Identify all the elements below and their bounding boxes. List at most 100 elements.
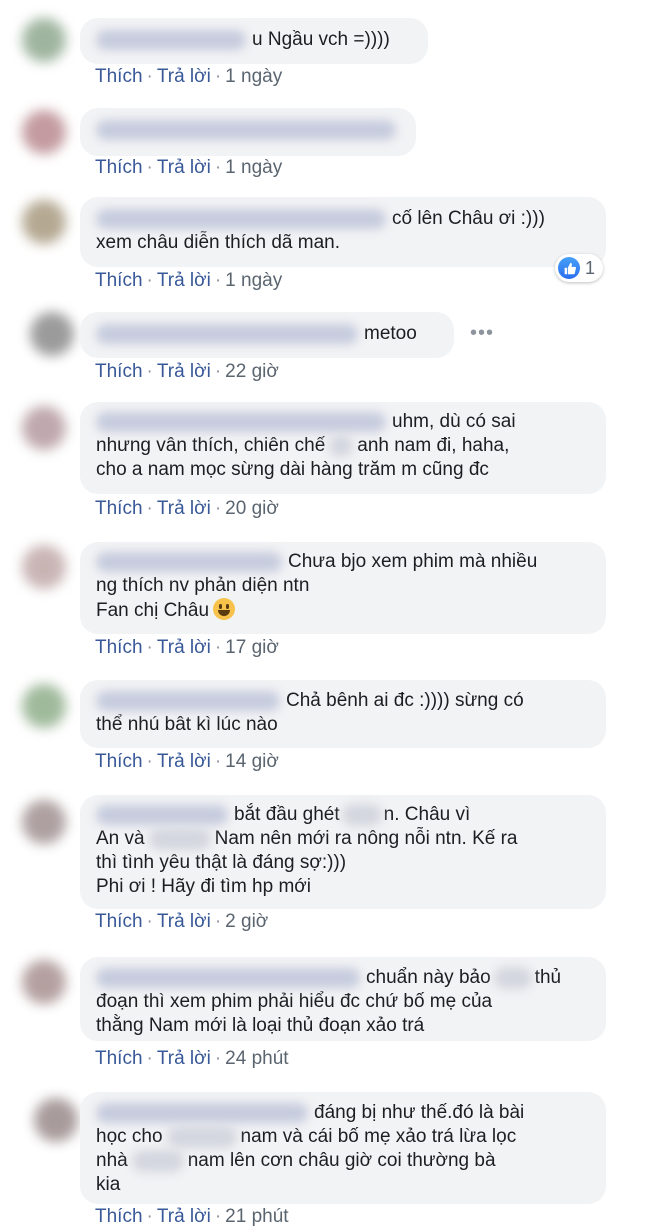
avatar[interactable] — [22, 800, 66, 844]
commenter-name[interactable] — [96, 551, 282, 572]
comment-actions: Thích · Trả lời · 17 giờ — [95, 637, 279, 658]
comment-actions: Thích · Trả lời · 1 ngày — [95, 157, 283, 178]
comment-text: n. Châu vì — [383, 804, 471, 825]
like-link[interactable]: Thích — [95, 1048, 143, 1069]
comment-text: nam và cái bố mẹ xảo trá lừa lọc — [240, 1126, 517, 1147]
comment-actions: Thích · Trả lời · 2 giờ — [95, 911, 269, 932]
commenter-name[interactable] — [96, 323, 358, 344]
comment-bubble: Chưa bjo xem phim mà nhiều ng thích nv p… — [80, 542, 606, 634]
comment-text: bắt đầu ghét — [234, 804, 340, 825]
comment-time: 20 giờ — [225, 498, 279, 519]
reply-link[interactable]: Trả lời — [157, 157, 211, 178]
comment-text: cho a nam mọc sừng dài hàng trăm m cũng … — [96, 459, 489, 480]
comment-time: 1 ngày — [225, 66, 283, 87]
commenter-name[interactable] — [96, 804, 228, 825]
comment-text: Phi ơi ! Hãy đi tìm hp mới — [96, 876, 311, 897]
comment-time: 17 giờ — [225, 637, 279, 658]
reply-link[interactable]: Trả lời — [157, 270, 211, 291]
comment-text: Chưa bjo xem phim mà nhiều — [288, 551, 538, 572]
comment-bubble: chuẩn này bảo thủ đoạn thì xem phim phải … — [80, 957, 606, 1041]
reply-link[interactable]: Trả lời — [157, 1048, 211, 1069]
comment-bubble: cố lên Châu ơi :))) xem châu diễn thích … — [80, 197, 606, 267]
commenter-name[interactable] — [96, 119, 396, 140]
comment-text: Fan chị Châu — [96, 600, 210, 621]
commenter-name[interactable] — [96, 411, 386, 432]
commenter-name[interactable] — [96, 1102, 308, 1123]
like-icon — [558, 257, 580, 279]
avatar[interactable] — [22, 960, 66, 1004]
reaction-count[interactable]: 1 — [555, 254, 604, 282]
comment-text: thể nhú bât kì lúc nào — [96, 714, 278, 735]
like-link[interactable]: Thích — [95, 1206, 143, 1227]
avatar[interactable] — [22, 18, 66, 62]
comment-actions: Thích · Trả lời · 22 giờ — [95, 361, 279, 382]
avatar[interactable] — [22, 110, 66, 154]
comment-text: nam lên cơn châu giờ coi thường bà — [187, 1150, 496, 1171]
comment-time: 21 phút — [225, 1206, 289, 1227]
comment-actions: Thích · Trả lời · 1 ngày — [95, 270, 283, 291]
comment-text: thì tình yêu thật là đáng sợ:))) — [96, 852, 347, 873]
comment-bubble: uhm, dù có sai nhưng vân thích, chiên ch… — [80, 402, 606, 494]
reply-link[interactable]: Trả lời — [157, 361, 211, 382]
reply-link[interactable]: Trả lời — [157, 1206, 211, 1227]
comment-bubble: Chả bênh ai đc :)))) sừng có thể nhú bât… — [80, 680, 606, 748]
comment-text: thằng Nam mới là loại thủ đoạn xảo trá — [96, 1015, 425, 1036]
like-link[interactable]: Thích — [95, 270, 143, 291]
comment-actions: Thích · Trả lời · 1 ngày — [95, 66, 283, 87]
comment-time: 22 giờ — [225, 361, 279, 382]
comment-actions: Thích · Trả lời · 14 giờ — [95, 751, 279, 772]
comment-text: ng thích nv phản diện ntn — [96, 575, 310, 596]
avatar[interactable] — [22, 406, 66, 450]
comment-bubble: bắt đầu ghét n. Châu vì An và Nam nên mới … — [80, 795, 606, 909]
commenter-name[interactable] — [96, 29, 246, 50]
comment-text: nhưng vân thích, chiên chế — [96, 435, 326, 456]
comment-actions: Thích · Trả lời · 20 giờ — [95, 498, 279, 519]
avatar[interactable] — [30, 312, 74, 356]
like-link[interactable]: Thích — [95, 157, 143, 178]
comment-text: đáng bị như thế.đó là bài — [314, 1102, 525, 1123]
like-link[interactable]: Thích — [95, 361, 143, 382]
avatar[interactable] — [22, 545, 66, 589]
comment-text: An và — [96, 828, 145, 849]
comment-text: metoo — [364, 323, 417, 344]
avatar[interactable] — [22, 200, 66, 244]
comment-bubble: đáng bị như thế.đó là bài học cho nam và … — [80, 1092, 606, 1204]
comment-text: uhm, dù có sai — [392, 411, 516, 432]
comment-actions: Thích · Trả lời · 21 phút — [95, 1206, 289, 1227]
comment-text: kia — [96, 1174, 121, 1195]
reply-link[interactable]: Trả lời — [157, 637, 211, 658]
comment-text: Chả bênh ai đc :)))) sừng có — [286, 690, 524, 711]
reply-link[interactable]: Trả lời — [157, 498, 211, 519]
comment-text: thủ — [534, 967, 562, 988]
comment-time: 1 ngày — [225, 157, 283, 178]
like-link[interactable]: Thích — [95, 751, 143, 772]
avatar[interactable] — [22, 684, 66, 728]
commenter-name[interactable] — [96, 967, 360, 988]
comment-bubble — [80, 108, 416, 156]
commenter-name[interactable] — [96, 208, 386, 229]
commenter-name[interactable] — [96, 690, 280, 711]
avatar[interactable] — [34, 1098, 78, 1142]
like-link[interactable]: Thích — [95, 911, 143, 932]
comment-text: nhà — [96, 1150, 128, 1171]
comment-bubble: u Ngầu vch =)))) — [80, 18, 428, 64]
comment-text: cố lên Châu ơi :))) — [392, 208, 545, 229]
comment-text: Nam nên mới ra nông nỗi ntn. Kế ra — [214, 828, 518, 849]
comment-time: 24 phút — [225, 1048, 289, 1069]
like-link[interactable]: Thích — [95, 637, 143, 658]
grinning-face-icon — [213, 598, 236, 620]
comment-actions: Thích · Trả lời · 24 phút — [95, 1048, 289, 1069]
like-link[interactable]: Thích — [95, 66, 143, 87]
comment-bubble: metoo — [80, 312, 454, 358]
comment-text: học cho — [96, 1126, 163, 1147]
like-link[interactable]: Thích — [95, 498, 143, 519]
reply-link[interactable]: Trả lời — [157, 66, 211, 87]
reply-link[interactable]: Trả lời — [157, 911, 211, 932]
comment-text: xem châu diễn thích dã man. — [96, 232, 340, 253]
comment-time: 2 giờ — [225, 911, 269, 932]
reply-link[interactable]: Trả lời — [157, 751, 211, 772]
comment-time: 14 giờ — [225, 751, 279, 772]
comment-text: u Ngầu vch =)))) — [252, 29, 390, 50]
comment-text: đoạn thì xem phim phải hiểu đc chứ bố mẹ… — [96, 991, 493, 1012]
more-options-icon[interactable]: ••• — [470, 322, 494, 345]
